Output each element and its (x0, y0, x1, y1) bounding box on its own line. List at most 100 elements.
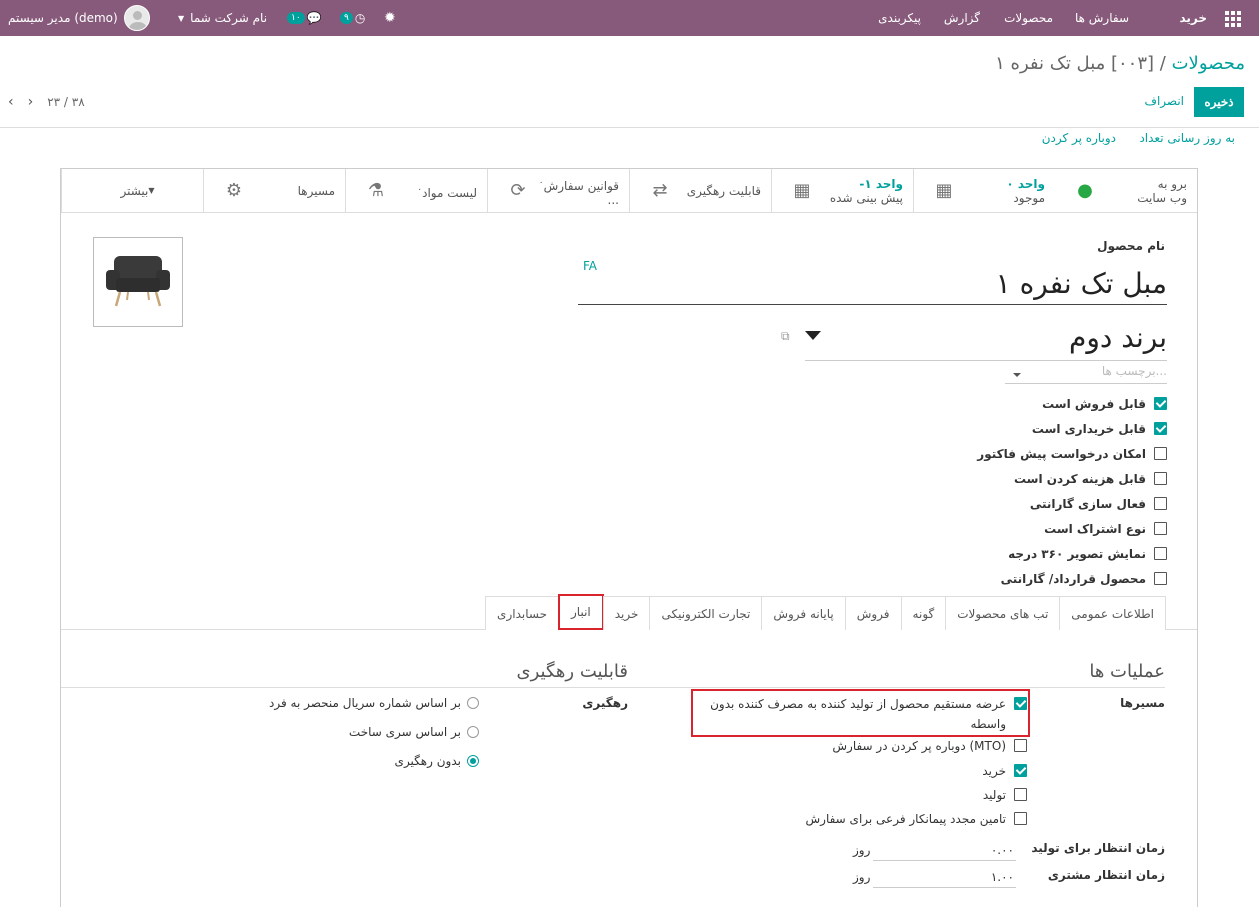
flag-row[interactable]: فعال سازی گارانتی (977, 491, 1167, 516)
flag-row[interactable]: قابل هزینه کردن است (977, 466, 1167, 491)
flag-row[interactable]: محصول قرارداد/ گارانتی (977, 566, 1167, 591)
customer-lead-field[interactable]: روز ۱.۰۰ (853, 866, 1016, 888)
more-label: بیشتر (120, 184, 149, 198)
forecast-smart-button[interactable]: ▦ -۱ واحد پیش بینی شده (771, 169, 913, 213)
checkbox-checked[interactable] (1014, 697, 1027, 710)
flag-row[interactable]: نوع اشتراک است (977, 516, 1167, 541)
app-brand[interactable]: خرید (1179, 0, 1207, 36)
reorder-rules-smart-button[interactable]: ⟳ ۰قوانین سفارش ... (487, 169, 629, 213)
operations-underline (628, 687, 1165, 688)
chevron-left-icon[interactable]: ‹ (8, 94, 14, 110)
tab-sales[interactable]: فروش (844, 596, 902, 630)
traceability-underline (61, 687, 629, 688)
checkbox-checked[interactable] (1154, 397, 1167, 410)
flag-label: محصول قرارداد/ گارانتی (1000, 571, 1146, 586)
mfg-lead-field[interactable]: روز ۰.۰۰ (853, 839, 1016, 861)
company-name: نام شرکت شما (190, 11, 268, 25)
radio-selected[interactable] (467, 755, 479, 767)
breadcrumb-record: [۰۰۳] مبل تک نفره ۱ (995, 53, 1155, 74)
checkbox-checked[interactable] (1154, 422, 1167, 435)
menu-orders[interactable]: سفارش ها (1075, 0, 1129, 36)
route-label: عرضه مستقیم محصول از تولید کننده به مصرف… (710, 697, 1006, 731)
customer-lead-value: ۱.۰۰ (990, 869, 1014, 884)
caret-down-icon: ▼ (148, 186, 155, 195)
traceability-title: قابلیت رهگیری (516, 661, 628, 682)
save-button[interactable]: ذخیره (1194, 87, 1244, 117)
tracking-label: بر اساس شماره سریال منحصر به فرد (269, 696, 461, 710)
route-option[interactable]: عرضه مستقیم محصول از تولید کننده به مصرف… (702, 694, 1027, 734)
website-label: برو به (1157, 177, 1187, 191)
route-option[interactable]: تامین مجدد پیمانکار فرعی برای سفارش (806, 809, 1027, 829)
flag-row[interactable]: قابل خریداری است (977, 416, 1167, 441)
checkbox[interactable] (1154, 522, 1167, 535)
more-smart-button[interactable]: بیشتر ▼ (61, 169, 203, 213)
checkbox[interactable] (1154, 447, 1167, 460)
checkbox[interactable] (1154, 497, 1167, 510)
on-hand-smart-button[interactable]: ▦ ۰ واحد موجود (913, 169, 1055, 213)
tab-purchase[interactable]: خرید (602, 596, 651, 630)
debug-bug-icon[interactable]: ✹ (384, 0, 396, 36)
product-name-input[interactable]: مبل تک نفره ۱ (578, 263, 1167, 305)
apps-menu-icon[interactable] (1225, 11, 1241, 27)
menu-products[interactable]: محصولات (1004, 0, 1053, 36)
replenish-button[interactable]: دوباره پر کردن (1042, 131, 1116, 145)
routes-smart-button[interactable]: ⚙ مسیرها (203, 169, 345, 213)
activity-menu[interactable]: ۹ ◷ (340, 0, 365, 36)
checkbox[interactable] (1014, 788, 1027, 801)
checkbox[interactable] (1014, 812, 1027, 825)
breadcrumb-products[interactable]: محصولات (1172, 53, 1245, 74)
brand-dropdown-caret-icon[interactable] (805, 331, 821, 340)
discard-button[interactable]: انصراف (1145, 94, 1184, 108)
route-option[interactable]: دوباره پر کردن در سفارش (MTO) (832, 736, 1027, 756)
tracking-label: بدون رهگیری (394, 754, 461, 768)
route-option[interactable]: تولید (983, 785, 1027, 805)
pager-value[interactable]: ۲۳ / ۳۸ (47, 95, 84, 109)
radio[interactable] (467, 726, 479, 738)
tab-inventory[interactable]: انبار (558, 594, 604, 630)
breadcrumb: محصولات / [۰۰۳] مبل تک نفره ۱ (995, 53, 1245, 74)
traceability-smart-button[interactable]: ⇄ قابلیت رهگیری (629, 169, 771, 213)
tracking-option[interactable]: بدون رهگیری (395, 754, 479, 768)
tracking-option[interactable]: بر اساس شماره سریال منحصر به فرد (269, 696, 479, 710)
tracking-label: بر اساس سری ساخت (348, 725, 461, 739)
flag-row[interactable]: نمایش تصویر ۳۶۰ درجه (977, 541, 1167, 566)
product-image[interactable] (93, 237, 183, 327)
route-label: دوباره پر کردن در سفارش (MTO) (832, 739, 1006, 753)
bom-smart-button[interactable]: ⚗ ۰لیست مواد (345, 169, 487, 213)
tab-accounting[interactable]: حسابداری (485, 596, 559, 630)
tab-product-tabs[interactable]: تب های محصولات (945, 596, 1061, 630)
tab-variants[interactable]: گونه (900, 596, 947, 630)
external-link-icon[interactable]: ⧉ (781, 329, 790, 344)
brand-select[interactable]: برند دوم (805, 319, 1167, 361)
flag-row[interactable]: قابل فروش است (977, 391, 1167, 416)
flask-icon: ⚗ (367, 180, 385, 201)
tracking-option[interactable]: بر اساس سری ساخت (349, 725, 479, 739)
route-option[interactable]: خرید (982, 761, 1027, 781)
menu-configuration[interactable]: پیکربندی (878, 0, 921, 36)
tab-general-info[interactable]: اطلاعات عمومی (1059, 596, 1166, 630)
checkbox[interactable] (1154, 472, 1167, 485)
notebook-tabs: اطلاعات عمومی تب های محصولات گونه فروش پ… (485, 594, 1166, 630)
chevron-right-icon[interactable]: › (28, 94, 34, 110)
user-menu[interactable]: مدیر سیستم (demo) (8, 0, 150, 36)
company-switcher[interactable]: ▼ نام شرکت شما (178, 0, 267, 36)
website-smart-button[interactable]: ● برو به وب سایت (1055, 169, 1197, 213)
menu-reports[interactable]: گزارش (944, 0, 980, 36)
tab-pos[interactable]: پایانه فروش (761, 596, 846, 630)
tags-caret-icon[interactable] (1013, 373, 1021, 377)
smart-button-box: ● برو به وب سایت ▦ ۰ واحد موجود ▦ -۱ واحد پ… (61, 169, 1197, 213)
tags-input[interactable]: برچسب ها... (1005, 364, 1167, 384)
tab-ecommerce[interactable]: تجارت الکترونیکی (649, 596, 763, 630)
messaging-menu[interactable]: ۱۰ 💬 (287, 0, 322, 36)
flag-row[interactable]: امکان درخواست پیش فاکتور (977, 441, 1167, 466)
radio[interactable] (467, 697, 479, 709)
checkbox-checked[interactable] (1014, 764, 1027, 777)
checkbox[interactable] (1154, 547, 1167, 560)
update-quantity-button[interactable]: به روز رسانی تعداد (1139, 131, 1235, 145)
exchange-icon: ⇄ (652, 180, 668, 201)
days-unit: روز (853, 842, 871, 857)
refresh-icon: ⟳ (510, 180, 526, 201)
checkbox[interactable] (1154, 572, 1167, 585)
routes-label: مسیرها (297, 184, 335, 198)
checkbox[interactable] (1014, 739, 1027, 752)
